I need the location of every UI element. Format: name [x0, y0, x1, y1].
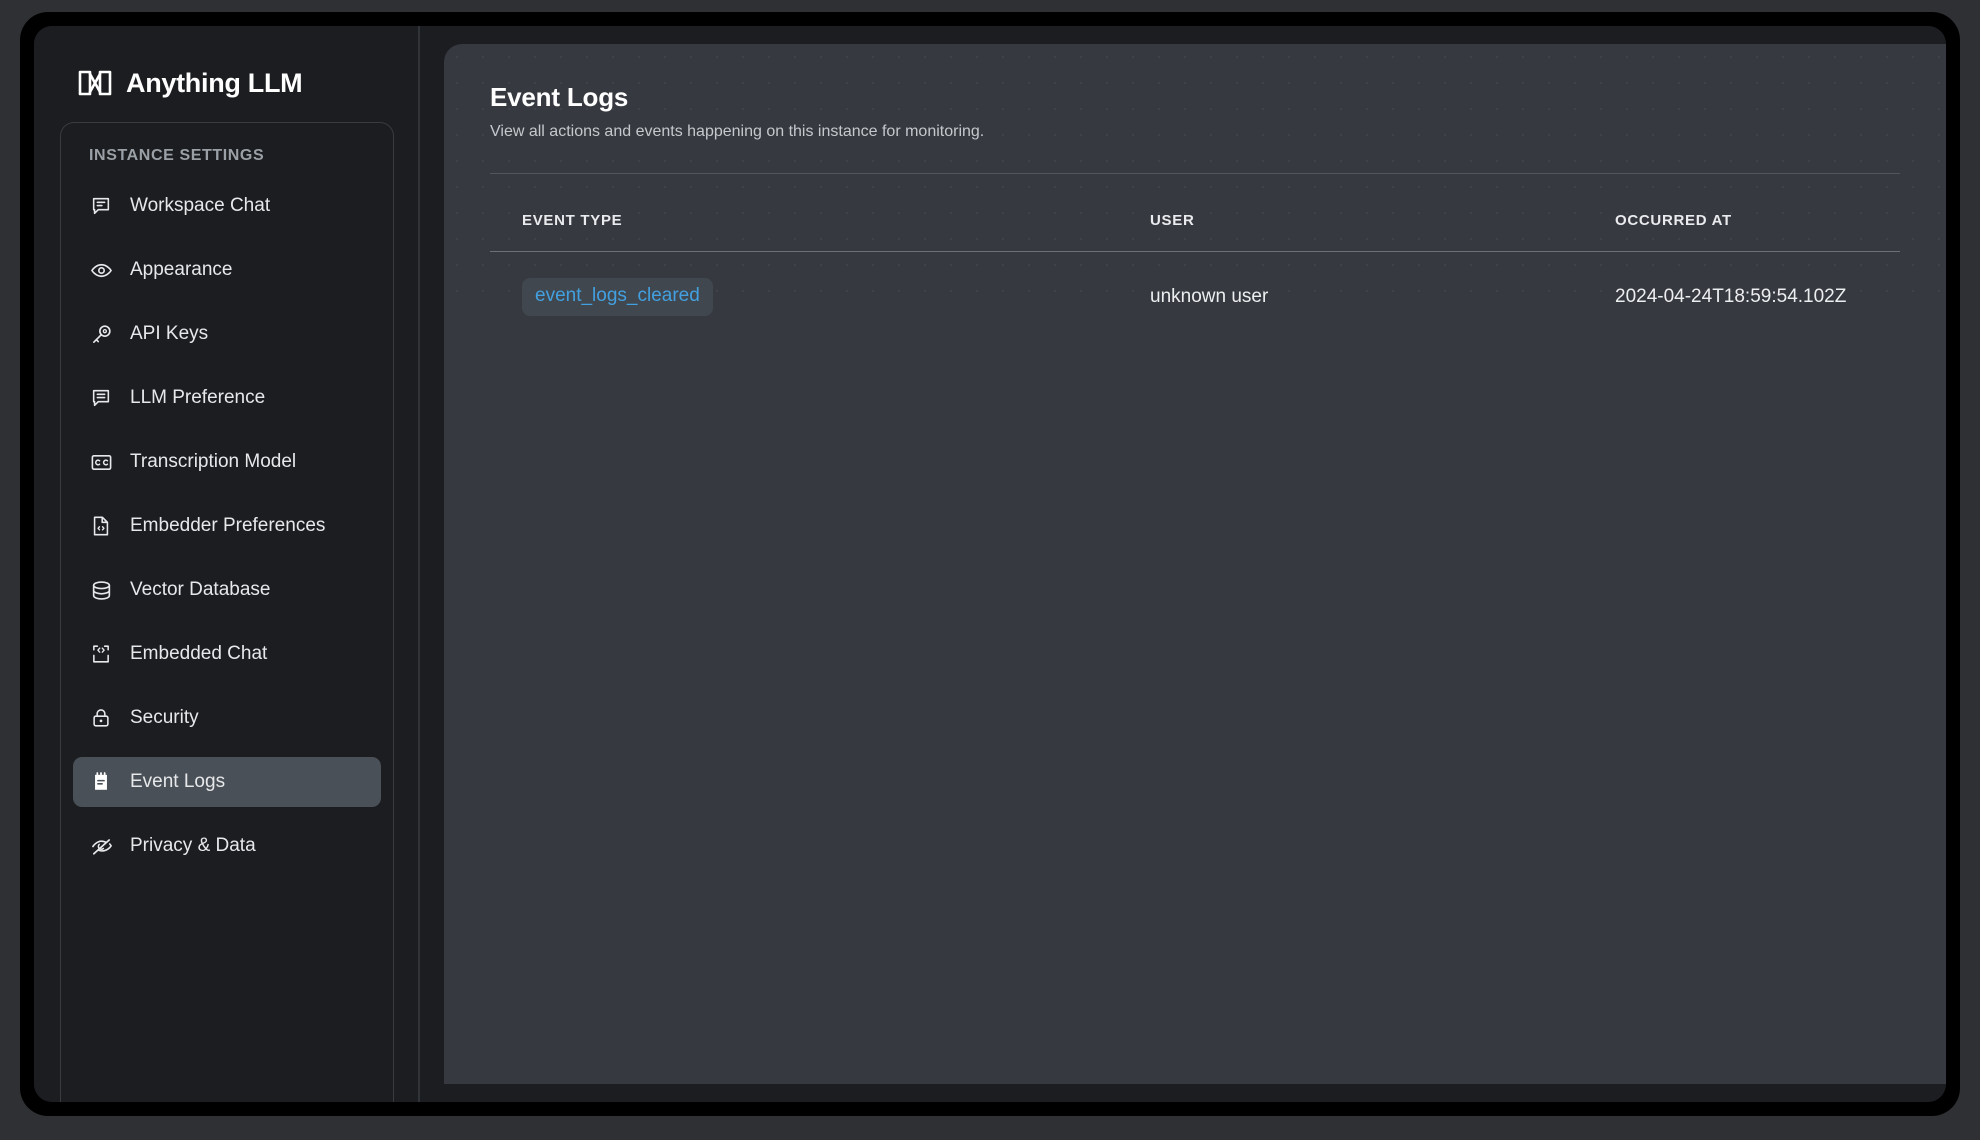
column-header-occurred-at[interactable]: OCCURRED AT	[1615, 174, 1900, 252]
instance-settings-nav: INSTANCE SETTINGS Workspace Chat	[60, 122, 394, 1102]
sidebar-item-privacy-and-data[interactable]: Privacy & Data	[73, 821, 381, 871]
sidebar-item-label: Embedded Chat	[130, 643, 267, 665]
sidebar-item-label: Embedder Preferences	[130, 515, 325, 537]
table-body: event_logs_cleared unknown user 2024-04-…	[490, 252, 1900, 317]
eye-icon	[89, 258, 113, 282]
cell-user: unknown user	[1150, 252, 1615, 317]
viewport: Anything LLM INSTANCE SETTINGS	[0, 0, 1980, 1140]
table-head: EVENT TYPE USER OCCURRED AT	[490, 174, 1900, 252]
closed-caption-icon	[89, 450, 113, 474]
page-title: Event Logs	[490, 82, 1900, 113]
event-logs-panel: Event Logs View all actions and events h…	[444, 44, 1946, 1084]
code-brackets-icon	[89, 642, 113, 666]
key-icon	[89, 322, 113, 346]
page-subtitle: View all actions and events happening on…	[490, 123, 1900, 141]
nav-list: Workspace Chat Appearance	[61, 181, 393, 871]
sidebar-item-label: Vector Database	[130, 579, 270, 601]
sidebar-item-llm-preference[interactable]: LLM Preference	[73, 373, 381, 423]
sidebar-item-event-logs[interactable]: Event Logs	[73, 757, 381, 807]
main-content-area: Event Logs View all actions and events h…	[420, 26, 1946, 1102]
sidebar-item-embedded-chat[interactable]: Embedded Chat	[73, 629, 381, 679]
table-header-row: EVENT TYPE USER OCCURRED AT	[490, 174, 1900, 252]
app-root: Anything LLM INSTANCE SETTINGS	[34, 26, 1946, 1102]
sidebar-item-label: Workspace Chat	[130, 195, 270, 217]
sidebar-item-label: API Keys	[130, 323, 208, 345]
table-row[interactable]: event_logs_cleared unknown user 2024-04-…	[490, 252, 1900, 317]
anythingllm-logo-icon	[78, 70, 112, 96]
chat-list-icon	[89, 386, 113, 410]
sidebar-item-appearance[interactable]: Appearance	[73, 245, 381, 295]
sidebar: Anything LLM INSTANCE SETTINGS	[34, 26, 420, 1102]
database-icon	[89, 578, 113, 602]
column-header-user[interactable]: USER	[1150, 174, 1615, 252]
sidebar-item-label: LLM Preference	[130, 387, 265, 409]
sidebar-item-label: Appearance	[130, 259, 232, 281]
eye-slash-icon	[89, 834, 113, 858]
event-type-badge[interactable]: event_logs_cleared	[522, 278, 713, 316]
sidebar-item-label: Security	[130, 707, 199, 729]
event-logs-table: EVENT TYPE USER OCCURRED AT event_logs_c…	[490, 174, 1900, 316]
brand-name: Anything LLM	[126, 68, 302, 99]
sidebar-item-label: Event Logs	[130, 771, 225, 793]
file-code-icon	[89, 514, 113, 538]
sidebar-item-security[interactable]: Security	[73, 693, 381, 743]
sidebar-item-api-keys[interactable]: API Keys	[73, 309, 381, 359]
notepad-icon	[89, 770, 113, 794]
brand[interactable]: Anything LLM	[34, 26, 418, 110]
sidebar-item-label: Transcription Model	[130, 451, 296, 473]
sidebar-item-label: Privacy & Data	[130, 835, 256, 857]
cell-event-type: event_logs_cleared	[490, 252, 1150, 317]
nav-heading: INSTANCE SETTINGS	[61, 147, 393, 181]
padlock-icon	[89, 706, 113, 730]
sidebar-item-embedder-preferences[interactable]: Embedder Preferences	[73, 501, 381, 551]
column-header-event-type[interactable]: EVENT TYPE	[490, 174, 1150, 252]
sidebar-item-workspace-chat[interactable]: Workspace Chat	[73, 181, 381, 231]
sidebar-item-transcription-model[interactable]: Transcription Model	[73, 437, 381, 487]
sidebar-item-vector-database[interactable]: Vector Database	[73, 565, 381, 615]
chat-bubble-icon	[89, 194, 113, 218]
cell-occurred-at: 2024-04-24T18:59:54.102Z	[1615, 252, 1900, 317]
window-frame: Anything LLM INSTANCE SETTINGS	[20, 12, 1960, 1116]
